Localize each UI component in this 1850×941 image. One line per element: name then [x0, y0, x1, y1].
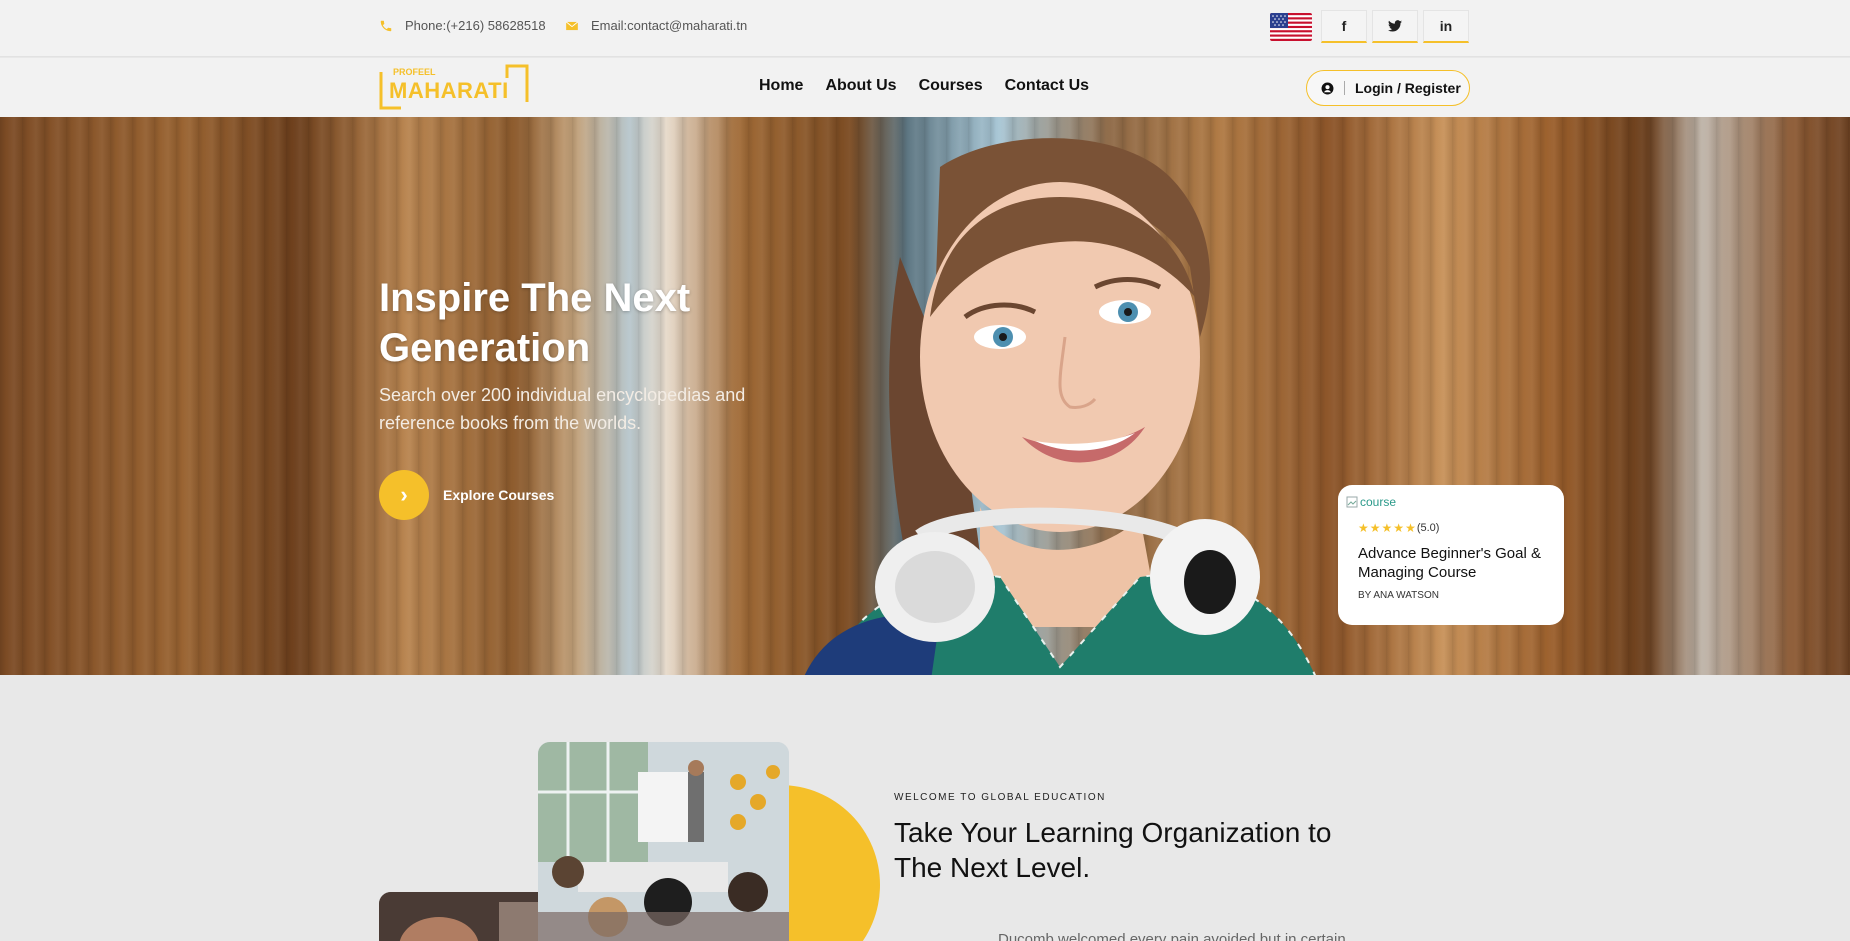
chevron-right-icon: › — [379, 470, 429, 520]
about-section: WELCOME TO GLOBAL EDUCATION Take Your Le… — [0, 675, 1850, 941]
hero-title: Inspire The Next Generation — [379, 276, 691, 370]
phone-contact[interactable]: Phone:(+216) 58628518 — [379, 18, 546, 33]
course-title[interactable]: Advance Beginner's Goal & Managing Cours… — [1358, 544, 1548, 582]
email-text: Email:contact@maharati.tn — [591, 18, 748, 33]
us-flag-icon[interactable] — [1270, 13, 1312, 41]
course-author: BY ANA WATSON — [1358, 590, 1439, 601]
divider — [1344, 81, 1345, 95]
phone-text: Phone:(+216) 58628518 — [405, 18, 546, 33]
maharati-logo[interactable]: PROFEEL MAHARATI — [379, 64, 531, 110]
star-icon: ★ — [1393, 521, 1405, 535]
envelope-icon — [565, 21, 579, 30]
nav-contact[interactable]: Contact Us — [1005, 77, 1089, 95]
svg-text:PROFEEL: PROFEEL — [393, 67, 436, 77]
phone-icon — [380, 20, 392, 31]
explore-courses-button[interactable]: › Explore Courses — [379, 470, 554, 520]
linkedin-icon[interactable]: in — [1423, 10, 1469, 43]
main-nav: Home About Us Courses Contact Us — [759, 77, 1089, 95]
nav-home[interactable]: Home — [759, 77, 803, 95]
about-image-classroom — [538, 742, 789, 941]
email-contact[interactable]: Email:contact@maharati.tn — [565, 18, 747, 33]
section-text: Ducomb welcomed every pain avoided but i… — [998, 931, 1346, 941]
section-title: Take Your Learning Organization to The N… — [894, 817, 1332, 883]
broken-image-icon — [1346, 496, 1358, 508]
login-register-button[interactable]: Login / Register — [1306, 70, 1470, 106]
rating-value: (5.0) — [1416, 522, 1440, 534]
star-icon: ★ — [1358, 521, 1369, 535]
nav-about[interactable]: About Us — [825, 77, 896, 95]
svg-text:MAHARATI: MAHARATI — [389, 78, 509, 103]
course-image-alt: course — [1360, 495, 1397, 509]
hero-student-image — [804, 138, 1316, 675]
section-eyebrow: WELCOME TO GLOBAL EDUCATION — [894, 792, 1106, 803]
main-navbar: PROFEEL MAHARATI Home About Us Courses C… — [0, 58, 1850, 117]
star-icon: ★ — [1381, 521, 1393, 535]
star-icon: ★ — [1405, 521, 1416, 535]
hero-subtitle: Search over 200 individual encyclopedias… — [379, 385, 746, 433]
hero-banner: Inspire The Next Generation Search over … — [0, 117, 1850, 675]
about-image-small — [379, 892, 544, 941]
course-image: course — [1346, 495, 1556, 509]
explore-courses-label: Explore Courses — [443, 487, 555, 503]
login-label: Login / Register — [1355, 80, 1461, 96]
course-rating: ★ ★ ★ ★ ★ (5.0) — [1358, 521, 1556, 535]
star-icon: ★ — [1369, 521, 1381, 535]
top-info-bar: Phone:(+216) 58628518 Email:contact@maha… — [0, 0, 1850, 57]
facebook-icon[interactable]: f — [1321, 10, 1367, 43]
user-circle-icon — [1321, 82, 1334, 94]
featured-course-card[interactable]: course ★ ★ ★ ★ ★ (5.0) Advance Beginner'… — [1338, 485, 1564, 625]
twitter-icon[interactable] — [1372, 10, 1418, 43]
nav-courses[interactable]: Courses — [919, 77, 983, 95]
